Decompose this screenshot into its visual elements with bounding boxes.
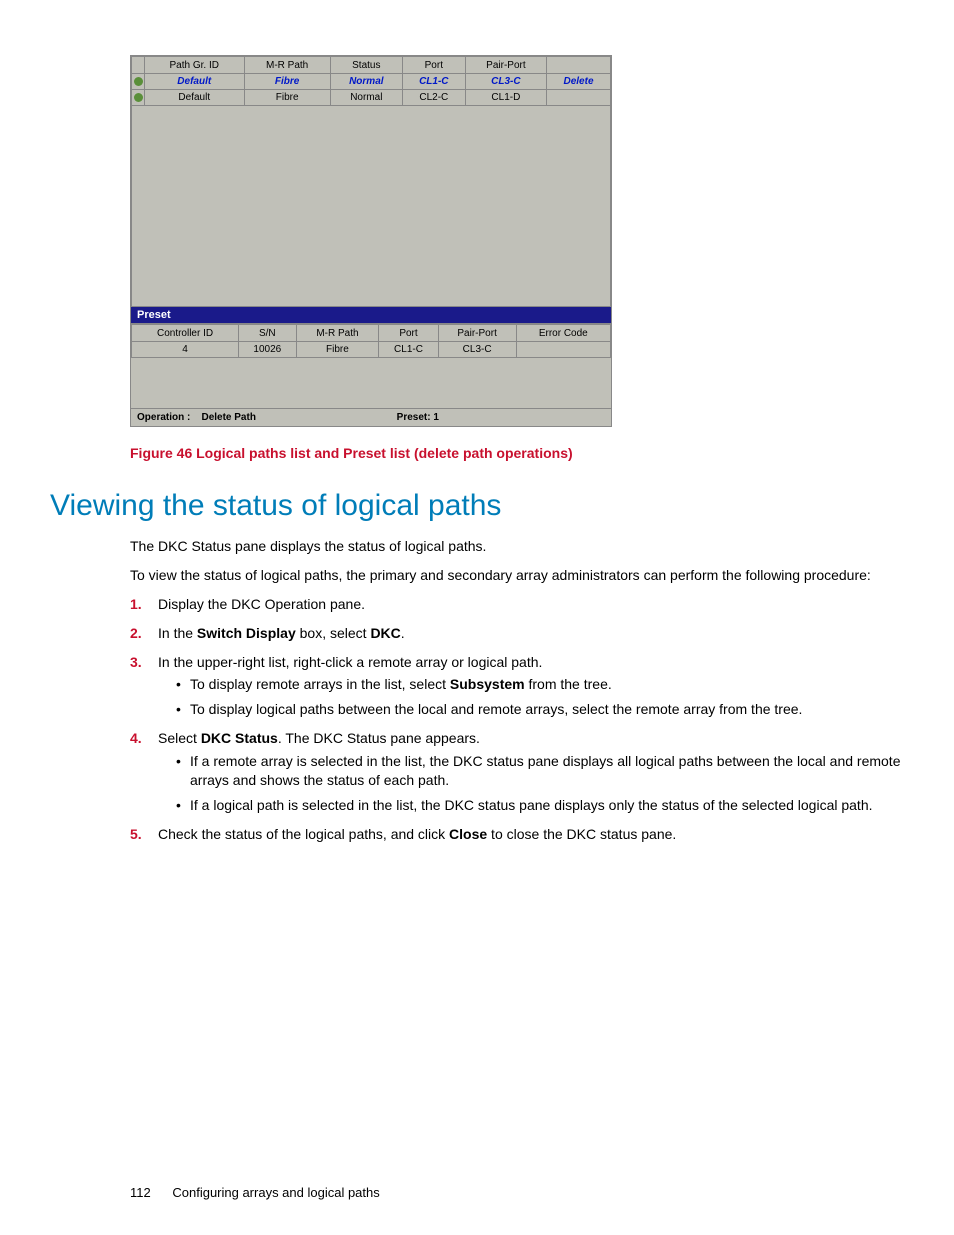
sub-item: If a remote array is selected in the lis…	[176, 752, 904, 790]
status-dot-icon	[132, 90, 145, 106]
step-text: In the Switch Display box, select DKC.	[158, 625, 405, 641]
status-bar: Operation : Delete Path Preset: 1	[131, 408, 611, 426]
cell-mr-path: Fibre	[244, 74, 330, 90]
table-header-row: Path Gr. ID M-R Path Status Port Pair-Po…	[132, 57, 611, 74]
sub-list: If a remote array is selected in the lis…	[176, 752, 904, 815]
chapter-title: Configuring arrays and logical paths	[172, 1185, 379, 1200]
table-row[interactable]: 4 10026 Fibre CL1-C CL3-C	[132, 342, 611, 358]
header-icon-col	[132, 57, 145, 74]
sub-item: If a logical path is selected in the lis…	[176, 796, 904, 815]
preset-table-empty-area	[131, 358, 611, 408]
step-2: 2. In the Switch Display box, select DKC…	[130, 624, 904, 643]
col-port[interactable]: Port	[402, 57, 465, 74]
col-mr-path[interactable]: M-R Path	[296, 325, 379, 342]
cell-pair-port: CL1-D	[465, 90, 546, 106]
cell-path-gr-id: Default	[145, 90, 245, 106]
intro-text: To view the status of logical paths, the…	[130, 566, 904, 585]
col-action[interactable]	[546, 57, 610, 74]
sub-item: To display logical paths between the loc…	[176, 700, 904, 719]
col-mr-path[interactable]: M-R Path	[244, 57, 330, 74]
step-text: Display the DKC Operation pane.	[158, 596, 365, 612]
cell-pair-port: CL3-C	[438, 342, 516, 358]
cell-status: Normal	[330, 90, 402, 106]
step-5: 5. Check the status of the logical paths…	[130, 825, 904, 844]
table-row[interactable]: Default Fibre Normal CL1-C CL3-C Delete	[132, 74, 611, 90]
col-sn[interactable]: S/N	[239, 325, 296, 342]
cell-port: CL1-C	[379, 342, 438, 358]
upper-table-empty-area	[131, 106, 611, 306]
cell-action: Delete	[546, 74, 610, 90]
col-error-code[interactable]: Error Code	[516, 325, 610, 342]
preset-count: Preset: 1	[324, 412, 511, 423]
preset-section-header: Preset	[131, 306, 611, 324]
step-1: 1. Display the DKC Operation pane.	[130, 595, 904, 614]
table-header-row: Controller ID S/N M-R Path Port Pair-Por…	[132, 325, 611, 342]
cell-pair-port: CL3-C	[465, 74, 546, 90]
step-text: Select DKC Status. The DKC Status pane a…	[158, 730, 480, 746]
col-pair-port[interactable]: Pair-Port	[465, 57, 546, 74]
step-number: 5.	[130, 825, 142, 844]
step-text: In the upper-right list, right-click a r…	[158, 654, 542, 670]
figure-caption: Figure 46 Logical paths list and Preset …	[130, 445, 904, 461]
procedure-list: 1. Display the DKC Operation pane. 2. In…	[130, 595, 904, 844]
page-number: 112	[130, 1185, 151, 1200]
cell-port: CL1-C	[402, 74, 465, 90]
cell-mr-path: Fibre	[296, 342, 379, 358]
col-controller-id[interactable]: Controller ID	[132, 325, 239, 342]
step-4: 4. Select DKC Status. The DKC Status pan…	[130, 729, 904, 815]
cell-controller-id: 4	[132, 342, 239, 358]
sub-item: To display remote arrays in the list, se…	[176, 675, 904, 694]
logical-paths-panel: Path Gr. ID M-R Path Status Port Pair-Po…	[130, 55, 612, 427]
operation-value: Delete Path	[201, 412, 255, 423]
section-heading: Viewing the status of logical paths	[50, 489, 904, 523]
status-dot-icon	[132, 74, 145, 90]
cell-sn: 10026	[239, 342, 296, 358]
col-path-gr-id[interactable]: Path Gr. ID	[145, 57, 245, 74]
operation-label: Operation :	[137, 412, 190, 423]
cell-status: Normal	[330, 74, 402, 90]
page-footer: 112 Configuring arrays and logical paths	[130, 1185, 380, 1200]
step-3: 3. In the upper-right list, right-click …	[130, 653, 904, 720]
cell-action	[546, 90, 610, 106]
cell-path-gr-id: Default	[145, 74, 245, 90]
cell-mr-path: Fibre	[244, 90, 330, 106]
step-number: 1.	[130, 595, 142, 614]
intro-text: The DKC Status pane displays the status …	[130, 537, 904, 556]
col-status[interactable]: Status	[330, 57, 402, 74]
col-port[interactable]: Port	[379, 325, 438, 342]
cell-error-code	[516, 342, 610, 358]
step-number: 2.	[130, 624, 142, 643]
step-text: Check the status of the logical paths, a…	[158, 826, 676, 842]
col-pair-port[interactable]: Pair-Port	[438, 325, 516, 342]
step-number: 4.	[130, 729, 142, 748]
cell-port: CL2-C	[402, 90, 465, 106]
table-row[interactable]: Default Fibre Normal CL2-C CL1-D	[132, 90, 611, 106]
step-number: 3.	[130, 653, 142, 672]
preset-table: Controller ID S/N M-R Path Port Pair-Por…	[131, 324, 611, 358]
sub-list: To display remote arrays in the list, se…	[176, 675, 904, 719]
upper-table: Path Gr. ID M-R Path Status Port Pair-Po…	[131, 56, 611, 106]
